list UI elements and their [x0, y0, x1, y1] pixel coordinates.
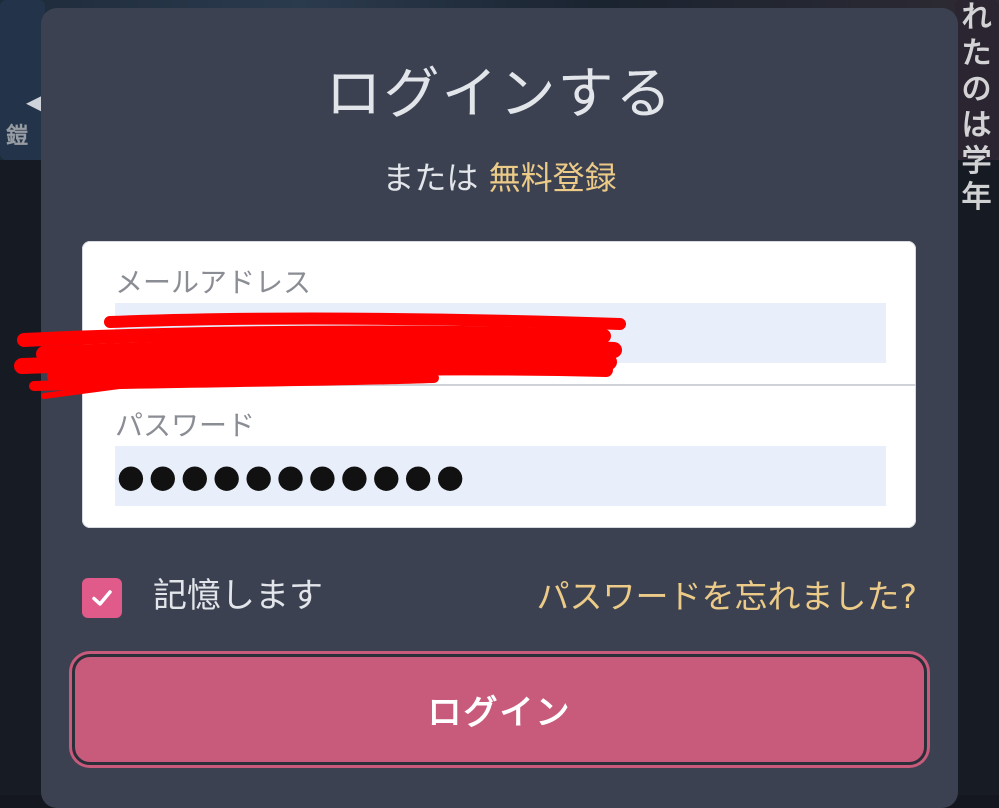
email-label: メールアドレス: [115, 266, 312, 299]
password-field-group: パスワード ●●●●●●●●●●●: [82, 386, 916, 528]
login-button[interactable]: ログイン: [72, 654, 927, 765]
background-side-text-left: 鎧: [6, 124, 29, 149]
background-side-text-right: れたのは学年: [961, 0, 992, 215]
modal-title: ログインする: [325, 62, 674, 127]
remember-label: 記憶します: [153, 576, 323, 616]
password-label: パスワード: [115, 409, 256, 442]
signup-prompt: または 無料登録: [41, 156, 958, 200]
password-input[interactable]: [115, 446, 886, 506]
remember-checkbox[interactable]: [82, 578, 122, 618]
email-input[interactable]: [115, 303, 886, 363]
signup-link[interactable]: 無料登録: [489, 159, 617, 197]
email-field-group: メールアドレス: [82, 241, 916, 386]
checkmark-icon: [92, 590, 112, 606]
login-form: メールアドレス パスワード ●●●●●●●●●●●: [82, 241, 916, 528]
or-text: または: [382, 159, 479, 197]
forgot-password-link[interactable]: パスワードを忘れました?: [536, 574, 917, 620]
